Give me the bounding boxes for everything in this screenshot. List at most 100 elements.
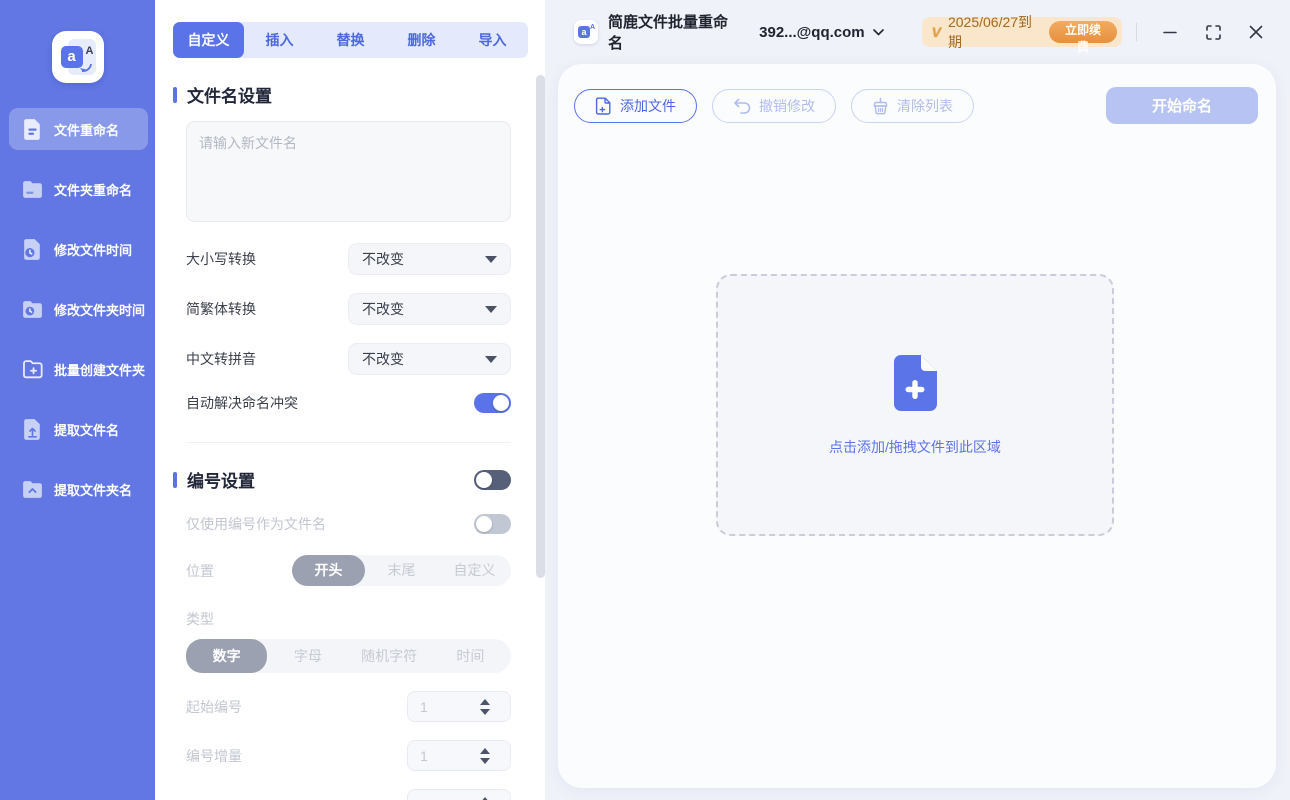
undo-icon [733,98,751,114]
tab-replace[interactable]: 替换 [315,22,386,58]
position-label: 位置 [186,561,214,581]
only-number-toggle[interactable] [474,514,511,534]
tab-import[interactable]: 导入 [457,22,528,58]
tab-insert[interactable]: 插入 [244,22,315,58]
settings-scrollbar[interactable] [536,75,545,578]
add-files-button[interactable]: 添加文件 [574,89,697,123]
pinyin-convert-select[interactable]: 不改变 [348,343,511,375]
close-icon [1248,24,1264,40]
sidebar-item-label: 文件重命名 [54,120,119,139]
simplified-traditional-label: 简繁体转换 [186,299,256,319]
license-expiry: 2025/06/27到期 [948,12,1040,52]
tab-custom[interactable]: 自定义 [173,22,244,58]
increment-input[interactable] [408,748,472,764]
maximize-button[interactable] [1204,22,1223,42]
stepper-arrows[interactable] [480,748,490,764]
toggle-knob [476,516,492,532]
clear-list-button[interactable]: 清除列表 [851,89,974,123]
numbering-section-header: 编号设置 [173,467,511,492]
only-number-row: 仅使用编号作为文件名 [186,514,511,534]
file-time-icon [20,237,45,262]
position-option-end[interactable]: 末尾 [365,555,438,586]
logo-A-glyph: A [86,45,94,57]
conflict-toggle[interactable] [474,393,511,413]
file-dropzone[interactable]: 点击添加/拖拽文件到此区域 [716,274,1114,536]
app-logo: a A [52,31,104,83]
stepper-up-icon[interactable] [480,797,490,800]
only-number-label: 仅使用编号作为文件名 [186,514,326,534]
case-convert-select[interactable]: 不改变 [348,243,511,275]
start-number-input[interactable] [408,699,472,715]
dropzone-hint: 点击添加/拖拽文件到此区域 [829,437,1001,457]
select-value: 不改变 [362,249,404,269]
file-rename-icon [20,117,45,142]
simplified-traditional-select[interactable]: 不改变 [348,293,511,325]
position-option-start[interactable]: 开头 [292,555,365,586]
tab-label: 删除 [408,32,436,48]
main-area: a A 简鹿文件批量重命名 392...@qq.com V 2025/06/27… [545,0,1290,800]
partial-stepper [407,789,511,800]
stepper-arrows[interactable] [480,699,490,715]
mode-tabbar: 自定义 插入 替换 删除 导入 [173,22,528,58]
new-filename-input[interactable] [186,121,511,222]
case-convert-label: 大小写转换 [186,249,256,269]
start-rename-button[interactable]: 开始命名 [1106,87,1258,124]
file-list-card: 添加文件 撤销修改 清除列表 开始命名 点击添加/拖拽文件到此区域 [558,64,1276,788]
select-value: 不改变 [362,299,404,319]
stepper-up-icon[interactable] [480,748,490,754]
tab-label: 替换 [337,32,365,48]
sidebar-item-file-rename[interactable]: 文件重命名 [9,108,148,150]
stepper-down-icon[interactable] [480,758,490,764]
type-option-number[interactable]: 数字 [186,639,267,673]
partial-row-cutoff [186,789,511,800]
conflict-toggle-row: 自动解决命名冲突 [186,393,511,413]
renew-button[interactable]: 立即续费 [1049,21,1116,43]
button-label: 清除列表 [897,96,953,116]
filename-section-header: 文件名设置 [173,82,511,107]
conflict-toggle-label: 自动解决命名冲突 [186,393,298,413]
app-icon: a A [574,20,598,44]
case-convert-row: 大小写转换 不改变 [186,243,511,275]
sidebar-item-extract-foldername[interactable]: 提取文件夹名 [9,468,148,510]
increment-label: 编号增量 [186,746,242,766]
position-option-custom[interactable]: 自定义 [438,555,511,586]
sidebar-item-batch-create-folder[interactable]: 批量创建文件夹 [9,348,148,390]
undo-button[interactable]: 撤销修改 [712,89,836,123]
minimize-button[interactable] [1161,22,1180,42]
sidebar-item-label: 提取文件名 [54,420,119,439]
toggle-knob [493,395,509,411]
type-option-random[interactable]: 随机字符 [349,639,430,673]
tab-label: 自定义 [188,32,230,48]
stepper-arrows[interactable] [480,797,490,800]
titlebar: a A 简鹿文件批量重命名 392...@qq.com V 2025/06/27… [545,0,1290,64]
stepper-down-icon[interactable] [480,709,490,715]
sidebar-item-extract-filename[interactable]: 提取文件名 [9,408,148,450]
position-segmented-control: 开头 末尾 自定义 [292,555,511,586]
stepper-up-icon[interactable] [480,699,490,705]
section-accent-bar [173,87,177,103]
folder-rename-icon [20,177,45,202]
clear-list-icon [872,97,889,115]
app-title: 简鹿文件批量重命名 [608,11,737,53]
folder-time-icon [20,297,45,322]
titlebar-divider [1136,23,1137,41]
sidebar-item-folder-time[interactable]: 修改文件夹时间 [9,288,148,330]
chevron-down-icon [485,306,497,313]
segment-label: 字母 [294,648,322,664]
tab-label: 导入 [479,32,507,48]
type-option-letter[interactable]: 字母 [267,639,348,673]
start-number-stepper [407,691,511,722]
numbering-enable-toggle[interactable] [474,470,511,490]
sidebar-item-folder-rename[interactable]: 文件夹重命名 [9,168,148,210]
close-button[interactable] [1247,22,1266,42]
sidebar-item-file-time[interactable]: 修改文件时间 [9,228,148,270]
type-option-time[interactable]: 时间 [430,639,511,673]
tab-delete[interactable]: 删除 [386,22,457,58]
minimize-icon [1162,24,1178,40]
type-segmented-control: 数字 字母 随机字符 时间 [186,639,511,673]
partial-input[interactable] [408,797,472,800]
account-menu[interactable]: 392...@qq.com [759,24,884,41]
filename-section-title: 文件名设置 [187,82,511,107]
add-file-icon [595,97,612,115]
segment-label: 自定义 [454,562,496,578]
